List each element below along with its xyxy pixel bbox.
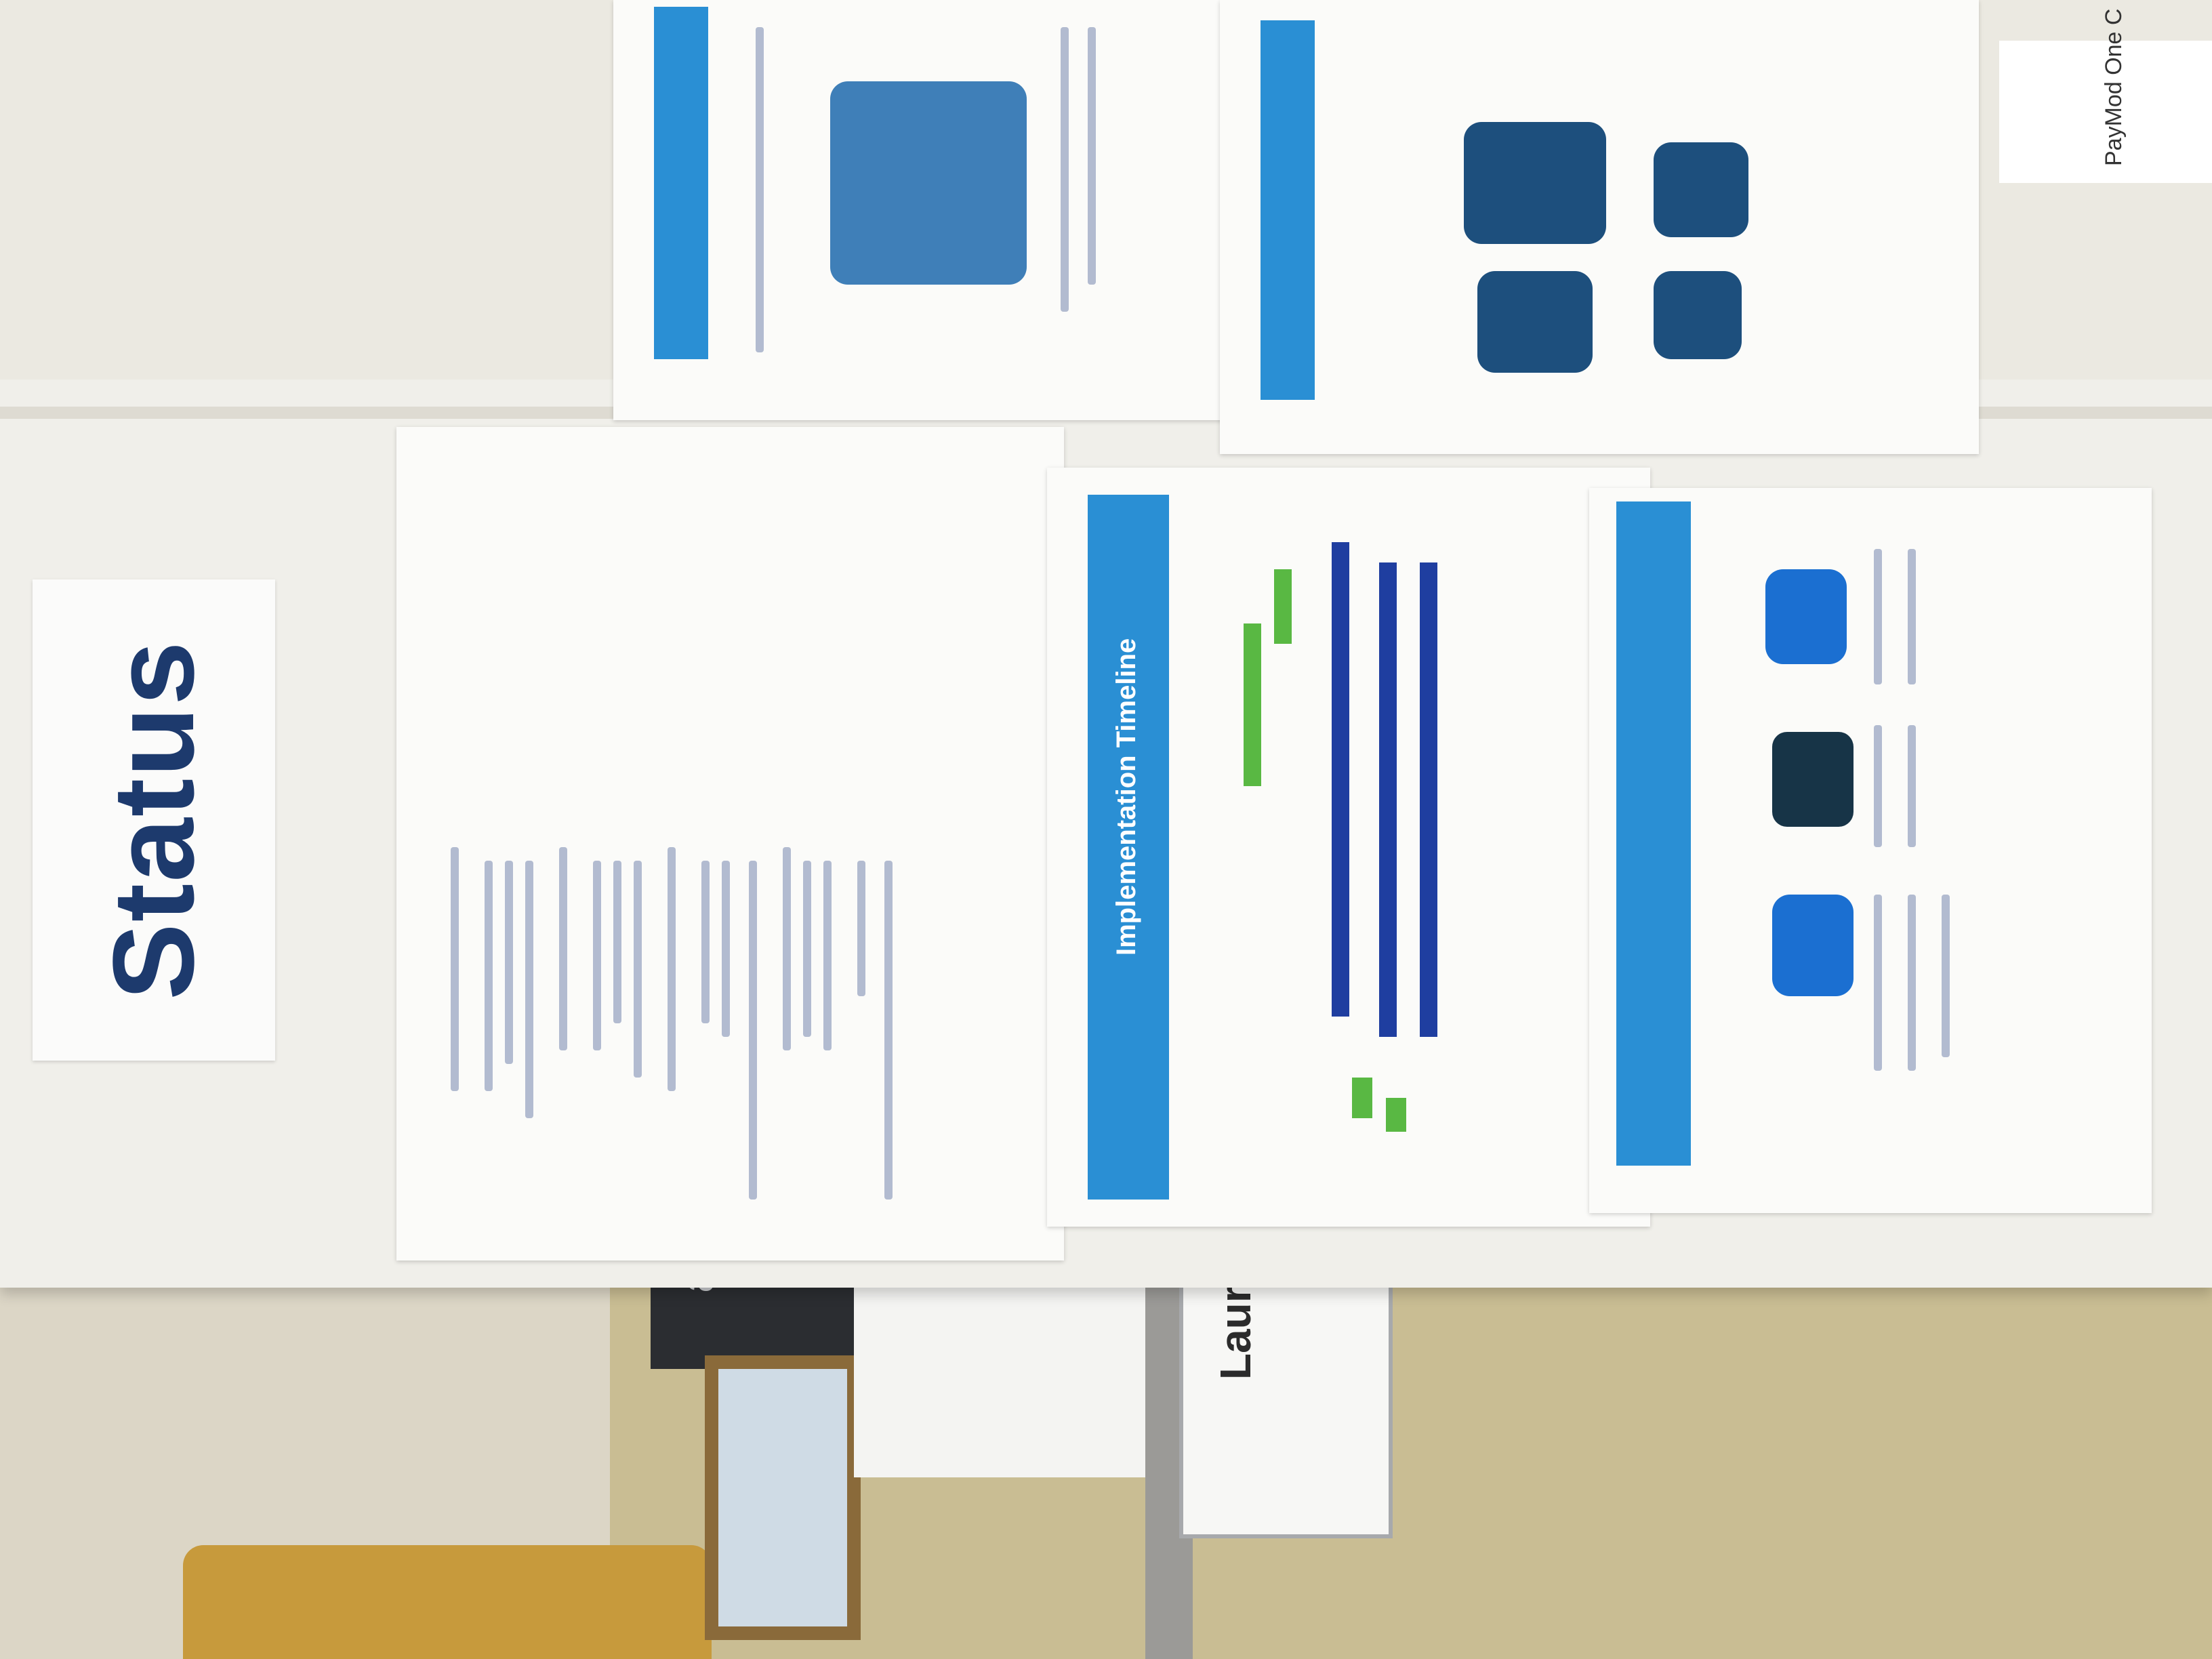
poster-header-band	[1261, 20, 1315, 400]
roadmap-header-band	[1616, 501, 1691, 1166]
roadmap-poster	[1589, 488, 2152, 1213]
office-chair	[183, 1545, 712, 1659]
timeline-navy-bar	[1332, 542, 1349, 1017]
status-sign-text: Status	[89, 640, 218, 1000]
memo-sheet	[396, 427, 1064, 1261]
timeline-green-bar	[1244, 623, 1261, 786]
framed-photo-image	[718, 1369, 847, 1626]
timeline-green-marker	[1352, 1078, 1372, 1118]
timeline-navy-bar	[1420, 562, 1437, 1037]
poster-high-level-flow	[1220, 0, 1979, 454]
poster-diagram-box	[830, 81, 1027, 285]
poster-header-band	[654, 7, 708, 359]
papers-on-desk	[854, 1274, 1145, 1477]
timeline-navy-bar	[1379, 562, 1397, 1037]
status-sign: Status	[33, 579, 275, 1061]
roadmap-phase-box	[1772, 732, 1853, 827]
poster-flow-box	[1654, 271, 1742, 359]
poster-flow-box	[1477, 271, 1593, 373]
timeline-green-marker	[1386, 1098, 1406, 1132]
corner-note: PayMod One C	[1999, 9, 2212, 183]
nameplate: Lauren	[1179, 1235, 1393, 1538]
poster-flow-box	[1464, 122, 1606, 244]
timeline-green-bar	[1274, 569, 1292, 644]
roadmap-phase-box	[1765, 569, 1847, 664]
timeline-poster: Implementation Timeline	[1047, 468, 1650, 1227]
poster-flow-box	[1654, 142, 1748, 237]
corner-note-text: PayMod One C	[2101, 8, 2127, 166]
roadmap-phase-box	[1772, 895, 1853, 996]
timeline-title: Implementation Timeline	[1111, 638, 1141, 956]
